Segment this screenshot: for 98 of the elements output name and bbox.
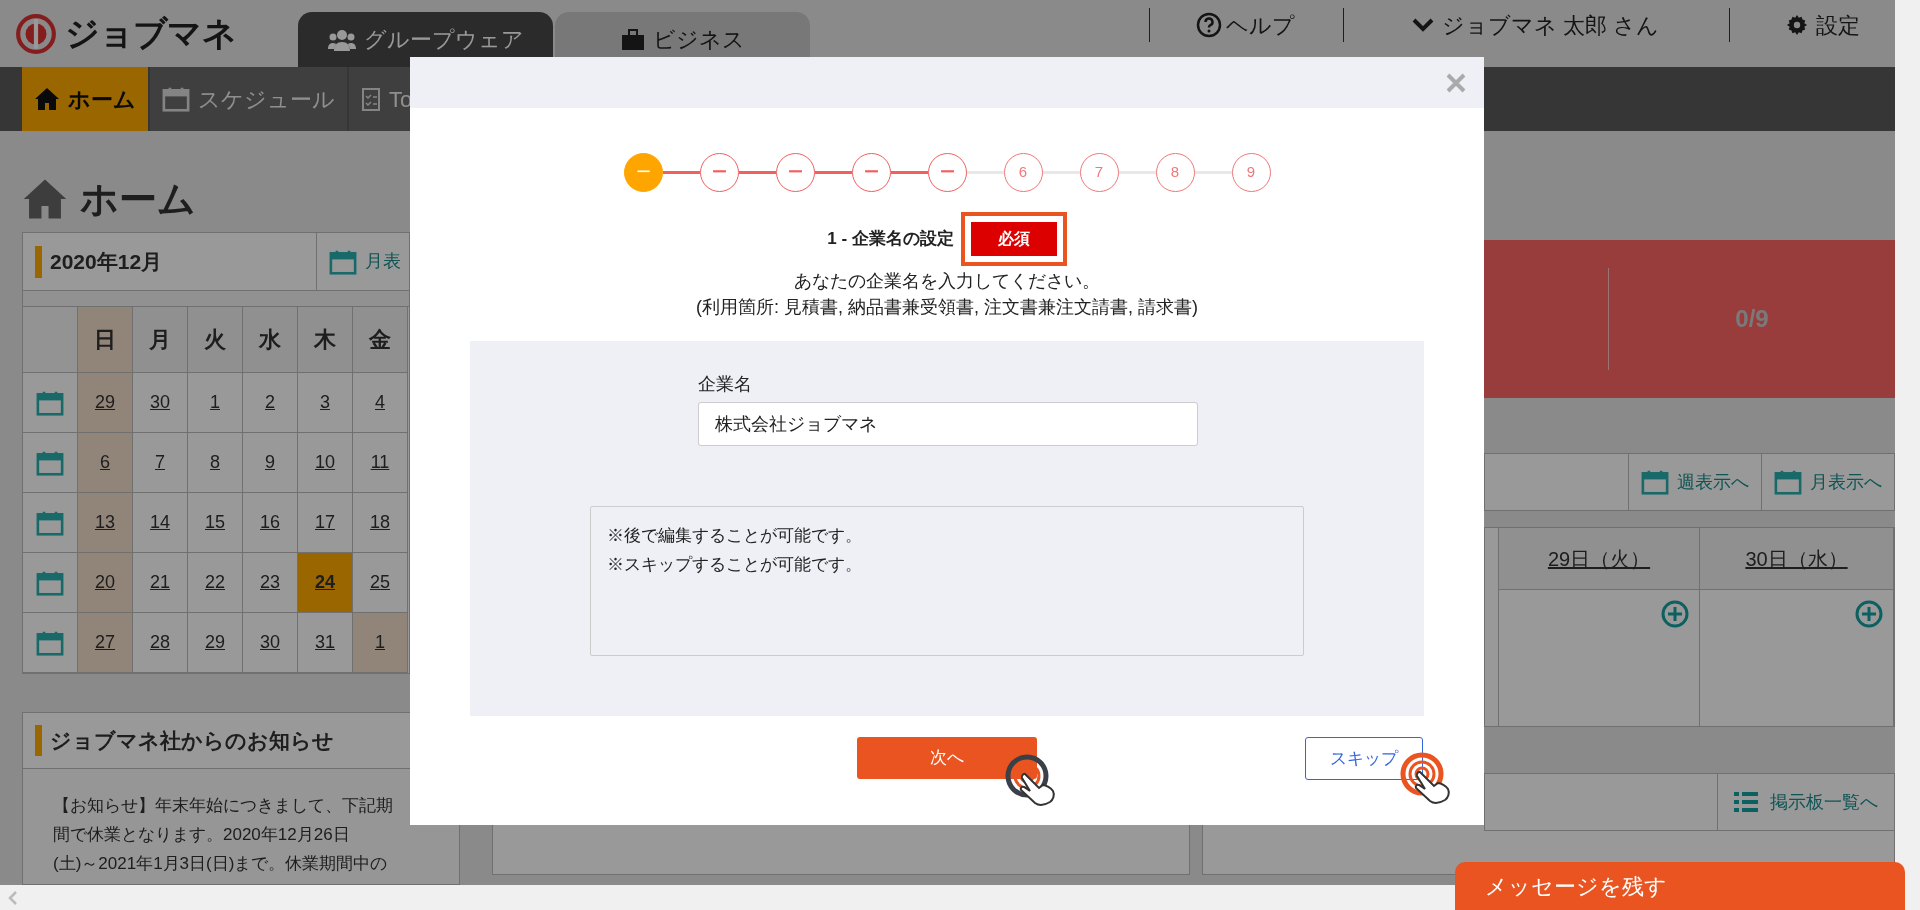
view-link[interactable]: 週表示へ (1628, 454, 1761, 510)
app-tab[interactable]: グループウェア (298, 12, 553, 67)
calendar-day[interactable]: 3 (298, 373, 353, 433)
calendar-day[interactable]: 30 (133, 373, 188, 433)
settings-icon (1786, 14, 1809, 36)
skip-button[interactable]: スキップ (1305, 737, 1423, 780)
calendar-icon (36, 629, 64, 656)
settings-link[interactable]: 設定 (1786, 8, 1861, 42)
weekday-header: 水 (243, 307, 298, 373)
calendar-icon (36, 509, 64, 536)
chat-button[interactable]: メッセージを残す (1455, 862, 1905, 910)
calendar-day[interactable]: 30 (243, 613, 298, 673)
list-icon (1734, 791, 1758, 813)
calendar-day[interactable]: 4 (353, 373, 408, 433)
accent-bar (35, 245, 42, 278)
note-text: ※スキップすることが可能です。 (607, 554, 863, 576)
calendar-day[interactable]: 10 (298, 433, 353, 493)
view-link[interactable]: 月表示へ (1761, 454, 1894, 510)
step-indicator: 6 (1003, 153, 1043, 192)
field-label: 企業名 (698, 373, 752, 396)
home-icon (34, 87, 60, 111)
weekday-header: 火 (188, 307, 243, 373)
step-indicator: 8 (1155, 153, 1195, 192)
close-icon[interactable] (1446, 72, 1466, 93)
month-view-link[interactable]: 月表 (316, 233, 409, 290)
checklist-icon (361, 86, 381, 112)
logo-icon (15, 12, 57, 55)
nav-tab[interactable]: ホーム (22, 67, 148, 131)
step-indicator: ー (851, 153, 891, 192)
add-icon[interactable] (1661, 600, 1689, 628)
briefcase-icon (620, 28, 645, 51)
help-icon (1196, 12, 1222, 38)
calendar-day[interactable]: 29 (78, 373, 133, 433)
calendar-day[interactable]: 14 (133, 493, 188, 553)
calendar-day[interactable]: 6 (78, 433, 133, 493)
calendar-day[interactable]: 22 (188, 553, 243, 613)
calendar-day[interactable]: 11 (353, 433, 408, 493)
weekday-header: 金 (353, 307, 408, 373)
calendar-day[interactable]: 27 (78, 613, 133, 673)
calendar-day[interactable]: 7 (133, 433, 188, 493)
note-text: ※後で編集することが可能です。 (607, 525, 863, 547)
notice-text: 【お知らせ】年末年始につきまして、下記期 (53, 795, 394, 817)
scroll-left-icon[interactable] (8, 890, 18, 905)
calendar-day[interactable]: 8 (188, 433, 243, 493)
company-name-input[interactable]: 株式会社ジョブマネ (698, 402, 1198, 446)
people-icon (327, 28, 356, 51)
notice-text: 間で休業となります。2020年12月26日 (53, 824, 351, 846)
vertical-scrollbar[interactable] (1895, 0, 1920, 885)
calendar-day[interactable]: 13 (78, 493, 133, 553)
description-text: (利用箇所: 見積書, 納品書兼受領書, 注文書兼注文請書, 請求書) (695, 296, 1199, 319)
calendar-icon (36, 449, 64, 476)
step-title: 1 - 企業名の設定 (827, 228, 954, 251)
calendar-day[interactable]: 20 (78, 553, 133, 613)
weekday-header: 木 (298, 307, 353, 373)
description-text: あなたの企業名を入力してください。 (793, 270, 1101, 293)
step-indicator: ー (699, 153, 739, 192)
user-menu[interactable]: ジョブマネ 太郎 さん (1412, 8, 1660, 42)
calendar-icon (162, 86, 190, 112)
step-indicator: ー (775, 153, 815, 192)
weekday-header: 日 (78, 307, 133, 373)
step-indicator: 7 (1079, 153, 1119, 192)
calendar-day[interactable]: 25 (353, 553, 408, 613)
calendar-day[interactable]: 23 (243, 553, 298, 613)
calendar-day[interactable]: 15 (188, 493, 243, 553)
calendar-day[interactable]: 31 (298, 613, 353, 673)
calendar-icon (1641, 469, 1669, 495)
calendar-day[interactable]: 28 (133, 613, 188, 673)
notice-text: (土)～2021年1月3日(日)まで。休業期間中の (53, 853, 389, 875)
calendar-day[interactable]: 9 (243, 433, 298, 493)
calendar-day[interactable]: 24 (298, 553, 353, 613)
step-indicator: ー (623, 153, 663, 192)
next-button[interactable]: 次へ (857, 737, 1037, 779)
page-title: ホーム (80, 176, 196, 222)
calendar-day[interactable]: 18 (353, 493, 408, 553)
required-badge: 必須 (970, 222, 1057, 256)
calendar-day[interactable]: 29 (188, 613, 243, 673)
nav-tab[interactable]: スケジュール (150, 67, 347, 131)
calendar-icon (36, 389, 64, 416)
month-title: 2020年12月 (50, 248, 163, 275)
notice-title: ジョブマネ社からのお知らせ (50, 727, 334, 754)
progress-count: 0/9 (1734, 304, 1770, 334)
calendar-day[interactable]: 21 (133, 553, 188, 613)
calendar-icon (1774, 469, 1802, 495)
help-link[interactable]: ヘルプ (1196, 8, 1295, 42)
chevron-down-icon (1412, 17, 1434, 33)
calendar-icon (36, 569, 64, 596)
add-icon[interactable] (1855, 600, 1883, 628)
calendar-icon (329, 248, 357, 275)
step-indicator: 9 (1231, 153, 1271, 192)
step-indicator: ー (927, 153, 967, 192)
logo-text: ジョブマネ (65, 13, 236, 54)
accent-bar (35, 725, 42, 756)
calendar-day[interactable]: 16 (243, 493, 298, 553)
calendar-day[interactable]: 17 (298, 493, 353, 553)
calendar-day[interactable]: 1 (353, 613, 408, 673)
weekday-header: 月 (133, 307, 188, 373)
calendar-day[interactable]: 2 (243, 373, 298, 433)
calendar-day[interactable]: 1 (188, 373, 243, 433)
